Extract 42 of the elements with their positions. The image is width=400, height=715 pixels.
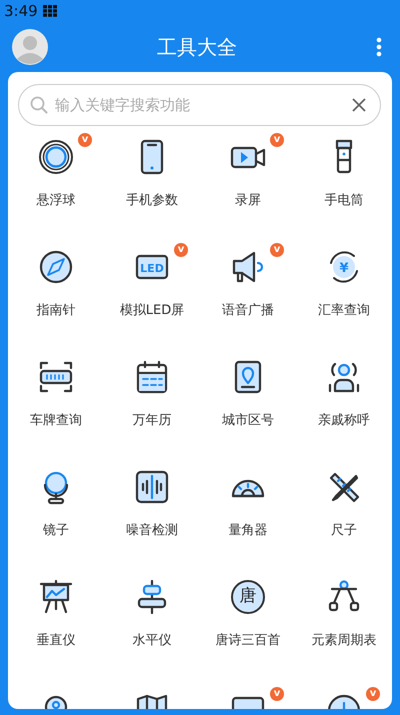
tool-label[interactable]: 录屏 [235, 191, 261, 209]
compass-icon[interactable] [38, 249, 74, 285]
tool-label[interactable]: 手机参数 [126, 191, 178, 209]
floating-ball-icon[interactable] [38, 139, 74, 175]
tool-label[interactable]: 车牌查询 [30, 411, 82, 429]
tool-label[interactable]: 水平仪 [132, 631, 172, 649]
vip-badge: v [270, 687, 284, 701]
tool-label[interactable]: 镜子 [43, 521, 69, 539]
tool-label[interactable]: 尺子 [331, 521, 357, 539]
status-time: 3:49 [4, 2, 38, 20]
tool-label[interactable]: 语音广播 [222, 301, 274, 319]
tool-label[interactable]: 城市区号 [222, 411, 274, 429]
license-plate-icon[interactable] [38, 359, 74, 395]
clear-icon[interactable] [351, 97, 367, 113]
vip-badge: v [270, 243, 284, 257]
tool-label[interactable]: 万年历 [132, 411, 172, 429]
page-title: 工具大全 [156, 34, 238, 60]
easel-chart-icon[interactable] [38, 579, 74, 615]
sound-wave-icon[interactable] [134, 469, 170, 505]
tool-label[interactable]: 量角器 [228, 521, 268, 539]
tool-label[interactable]: 唐诗三百首 [216, 631, 280, 649]
tool-label[interactable]: 指南针 [36, 301, 76, 319]
vip-badge: v [270, 133, 284, 147]
vip-badge: v [78, 133, 92, 147]
vip-badge: v [174, 243, 188, 257]
vip-badge: v [366, 687, 380, 701]
tool-label[interactable]: 垂直仪 [36, 631, 76, 649]
more-menu-icon[interactable] [376, 37, 382, 57]
tool-label[interactable]: 噪音检测 [126, 521, 178, 539]
tool-label[interactable]: 亲戚称呼 [318, 411, 370, 429]
tool-label[interactable]: 模拟LED屏 [120, 301, 184, 319]
tool-label[interactable]: 汇率查询 [318, 301, 370, 319]
calendar-icon[interactable] [134, 359, 170, 395]
search-icon [30, 96, 48, 114]
megaphone-icon[interactable] [230, 249, 266, 285]
avatar-icon[interactable] [12, 29, 48, 65]
app-grid-icon [42, 5, 57, 17]
character-icon[interactable]: 唐 [231, 580, 265, 614]
tool-label[interactable]: 悬浮球 [36, 191, 76, 209]
tool-label[interactable]: 手电筒 [324, 191, 364, 209]
search-field[interactable]: 输入关键字搜索功能 [18, 84, 381, 126]
tool-label[interactable]: 元素周期表 [312, 631, 376, 649]
